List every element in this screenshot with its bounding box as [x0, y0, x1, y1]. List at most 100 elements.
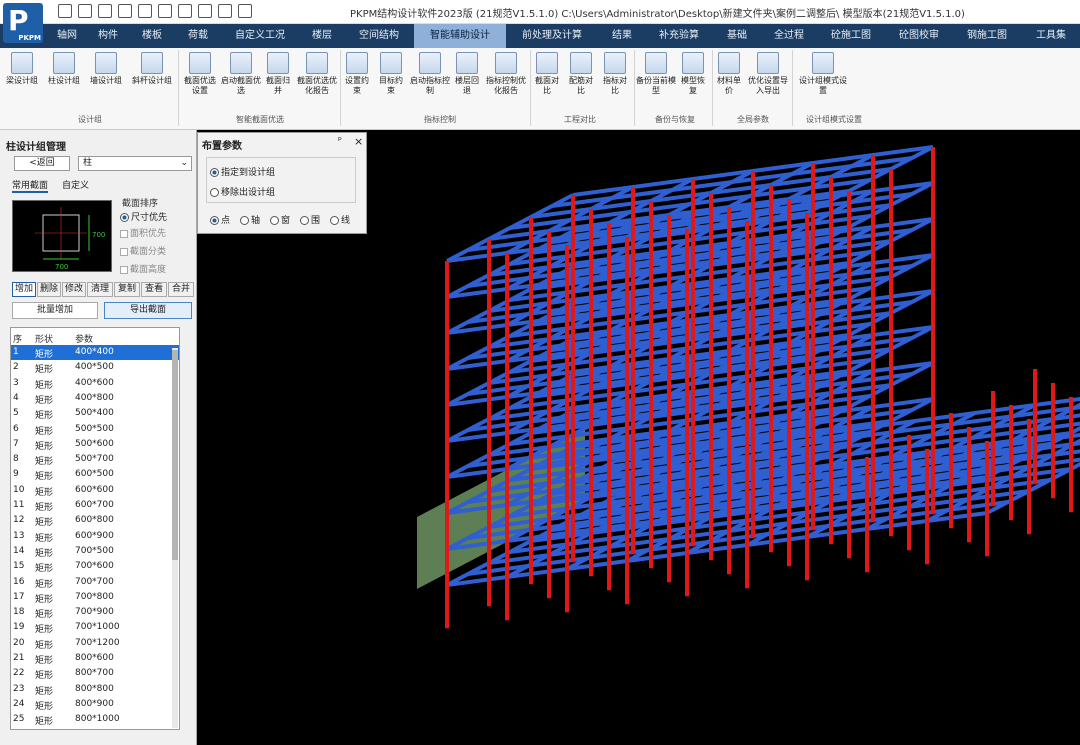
tab-full-process[interactable]: 全过程: [762, 24, 816, 48]
start-section-opt-button[interactable]: 启动截面优选: [221, 52, 261, 96]
tab-preprocess[interactable]: 前处理及计算: [508, 24, 596, 48]
mode-fence[interactable]: 围: [300, 213, 320, 226]
list-item[interactable]: 9 矩形 600*500: [11, 467, 179, 482]
sort-option-class[interactable]: 截面分类: [120, 244, 166, 257]
scrollbar[interactable]: [172, 348, 178, 728]
minus-icon[interactable]: [138, 4, 152, 18]
tab-concrete-drawing[interactable]: 砼施工图: [818, 24, 884, 48]
list-item[interactable]: 17 矩形 700*800: [11, 590, 179, 605]
tab-foundation[interactable]: 基础: [714, 24, 760, 48]
tab-tools[interactable]: 工具集: [1022, 24, 1080, 48]
tab-common-sections[interactable]: 常用截面: [12, 178, 49, 193]
export-icon[interactable]: [98, 4, 112, 18]
tab-smart-design[interactable]: 智能辅助设计: [414, 24, 506, 48]
option-remove[interactable]: 移除出设计组: [210, 185, 275, 198]
sort-option-area[interactable]: 面积优先: [120, 226, 166, 239]
tab-concrete-review[interactable]: 砼图校审: [886, 24, 952, 48]
beam-group-button[interactable]: 梁设计组: [2, 52, 42, 86]
list-item[interactable]: 8 矩形 500*700: [11, 452, 179, 467]
print-icon[interactable]: [158, 4, 172, 18]
list-item[interactable]: 18 矩形 700*900: [11, 605, 179, 620]
index-compare-button[interactable]: 指标对比: [600, 52, 630, 96]
section-merge-button[interactable]: 截面归并: [263, 52, 293, 96]
sort-option-size[interactable]: 尺寸优先: [120, 210, 167, 223]
tab-storey[interactable]: 楼层: [300, 24, 344, 48]
list-item[interactable]: 19 矩形 700*1000: [11, 620, 179, 635]
forward-arrow-icon[interactable]: [238, 4, 252, 18]
brace-group-button[interactable]: 斜杆设计组: [128, 52, 176, 86]
copy-button[interactable]: 复制: [114, 282, 140, 297]
list-item[interactable]: 21 矩形 800*600: [11, 651, 179, 666]
list-item[interactable]: 22 矩形 800*700: [11, 666, 179, 681]
mode-line[interactable]: 线: [330, 213, 350, 226]
list-item[interactable]: 20 矩形 700*1200: [11, 636, 179, 651]
tab-slab[interactable]: 楼板: [130, 24, 174, 48]
material-price-button[interactable]: 材料单价: [714, 52, 744, 96]
tab-results[interactable]: 结果: [600, 24, 644, 48]
section-report-button[interactable]: 截面优选优化报告: [296, 52, 338, 96]
tab-space-structure[interactable]: 空间结构: [346, 24, 412, 48]
open-icon[interactable]: [78, 4, 92, 18]
list-item[interactable]: 6 矩形 500*500: [11, 422, 179, 437]
section-compare-button[interactable]: 截面对比: [532, 52, 562, 96]
list-item[interactable]: 5 矩形 500*400: [11, 406, 179, 421]
close-icon[interactable]: ×: [354, 135, 363, 148]
start-index-control-button[interactable]: 启动指标控制: [410, 52, 450, 96]
backup-model-button[interactable]: 备份当前模型: [636, 52, 676, 96]
scrollbar-thumb[interactable]: [172, 350, 178, 560]
option-assign[interactable]: 指定到设计组: [210, 165, 275, 178]
rebar-compare-button[interactable]: 配筋对比: [566, 52, 596, 96]
pin-icon[interactable]: ᵖ: [338, 136, 342, 146]
tab-members[interactable]: 构件: [88, 24, 128, 48]
mode-point[interactable]: 点: [210, 213, 230, 226]
mode-axis[interactable]: 轴: [240, 213, 260, 226]
list-item[interactable]: 3 矩形 400*600: [11, 376, 179, 391]
clean-button[interactable]: 清理: [87, 282, 113, 297]
index-report-button[interactable]: 指标控制优化报告: [484, 52, 528, 96]
list-item[interactable]: 24 矩形 800*900: [11, 697, 179, 712]
column-group-button[interactable]: 柱设计组: [44, 52, 84, 86]
save-icon[interactable]: [58, 4, 72, 18]
tab-custom-case[interactable]: 自定义工况: [222, 24, 298, 48]
list-item[interactable]: 10 矩形 600*600: [11, 483, 179, 498]
list-item[interactable]: 16 矩形 700*700: [11, 575, 179, 590]
list-item[interactable]: 15 矩形 700*600: [11, 559, 179, 574]
sort-option-height[interactable]: 截面高度: [120, 262, 166, 275]
tab-check[interactable]: 补充验算: [646, 24, 712, 48]
restore-model-button[interactable]: 模型恢复: [678, 52, 708, 96]
merge-button[interactable]: 合并: [168, 282, 194, 297]
export-sections-button[interactable]: 导出截面: [104, 302, 192, 319]
section-opt-settings-button[interactable]: 截面优选设置: [181, 52, 219, 96]
settings-icon[interactable]: [178, 4, 192, 18]
group-mode-settings-button[interactable]: 设计组模式设置: [796, 52, 850, 96]
tab-load[interactable]: 荷载: [176, 24, 220, 48]
list-item[interactable]: 4 矩形 400*800: [11, 391, 179, 406]
delete-button[interactable]: 删除: [37, 282, 61, 297]
add-button[interactable]: 增加: [12, 282, 36, 297]
list-item[interactable]: 12 矩形 600*800: [11, 513, 179, 528]
modify-button[interactable]: 修改: [62, 282, 86, 297]
import-export-settings-button[interactable]: 优化设置导入导出: [746, 52, 790, 96]
tab-steel-drawing[interactable]: 钢施工图: [954, 24, 1020, 48]
list-item[interactable]: 23 矩形 800*800: [11, 682, 179, 697]
back-arrow-icon[interactable]: [218, 4, 232, 18]
list-item[interactable]: 2 矩形 400*500: [11, 360, 179, 375]
set-constraint-button[interactable]: 设置约束: [342, 52, 372, 96]
tab-axis-grid[interactable]: 轴网: [48, 24, 86, 48]
wall-group-button[interactable]: 墙设计组: [86, 52, 126, 86]
list-item[interactable]: 25 矩形 800*1000: [11, 712, 179, 727]
list-item[interactable]: 13 矩形 600*900: [11, 529, 179, 544]
list-item[interactable]: 11 矩形 600*700: [11, 498, 179, 513]
user-icon[interactable]: [198, 4, 212, 18]
list-item[interactable]: 7 矩形 500*600: [11, 437, 179, 452]
storey-rollback-button[interactable]: 楼层回退: [452, 52, 482, 96]
type-select[interactable]: 柱 ⌄: [78, 156, 192, 171]
batch-add-button[interactable]: 批量增加: [12, 302, 98, 319]
tab-custom-sections[interactable]: 自定义: [62, 178, 89, 191]
list-item[interactable]: 14 矩形 700*500: [11, 544, 179, 559]
list-item[interactable]: 1 矩形 400*400: [11, 345, 179, 360]
undo-icon[interactable]: [118, 4, 132, 18]
back-button[interactable]: <返回: [14, 156, 70, 171]
view-button[interactable]: 查看: [141, 282, 167, 297]
target-constraint-button[interactable]: 目标约束: [376, 52, 406, 96]
